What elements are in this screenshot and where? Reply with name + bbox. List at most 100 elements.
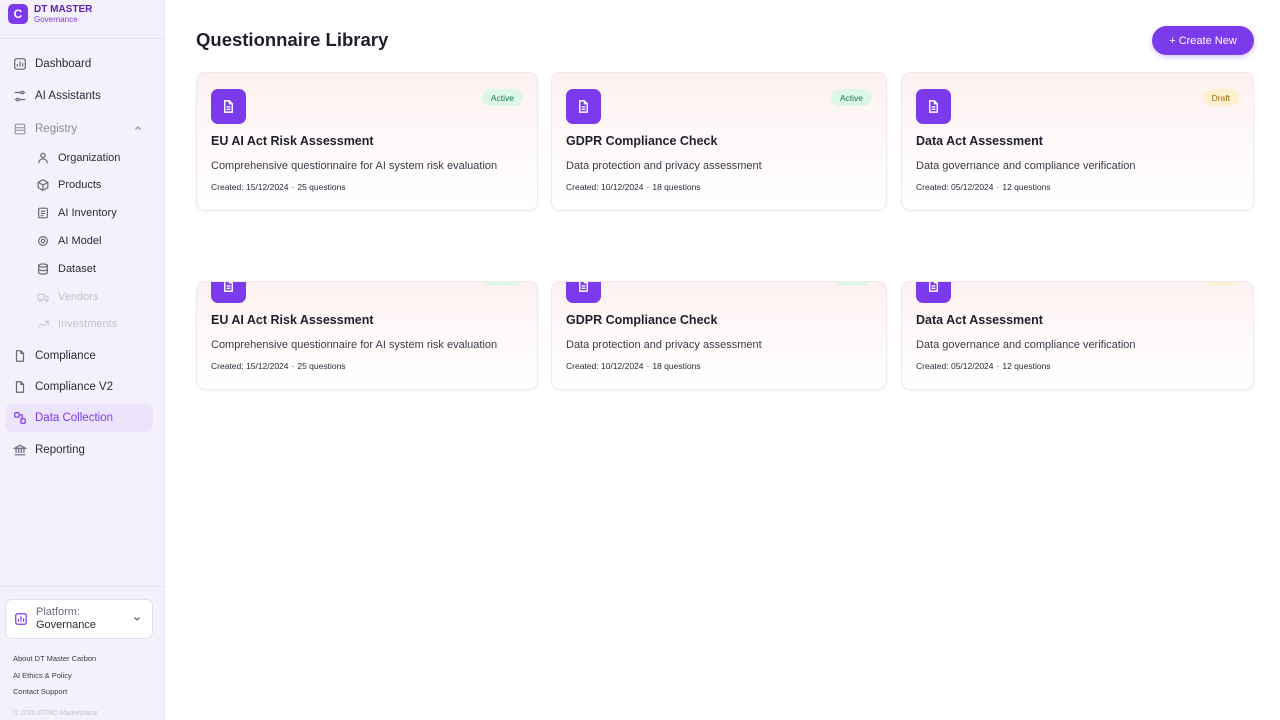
cylinder-icon	[36, 262, 50, 276]
sidebar-item-label: Compliance V2	[35, 381, 113, 393]
sidebar-item-label: Dashboard	[35, 58, 92, 70]
file-icon	[13, 349, 27, 363]
sidebar-item-label: Products	[58, 179, 102, 191]
card-title: Data Act Assessment	[916, 134, 1043, 148]
sidebar-item-dataset[interactable]: Dataset	[28, 255, 153, 283]
sidebar-item-label: Registry	[35, 123, 78, 135]
card-title: GDPR Compliance Check	[566, 313, 718, 327]
sidebar-item-dashboard[interactable]: Dashboard	[5, 50, 153, 78]
card-meta: Created: 10/12/2024 · 18 questions	[566, 361, 701, 371]
footer-links: About DT Master Carbon AI Ethics & Polic…	[13, 654, 96, 704]
divider	[0, 586, 165, 587]
building-icon	[36, 151, 50, 165]
card-meta: Created: 10/12/2024 · 18 questions	[566, 182, 701, 192]
card-description: Data governance and compliance verificat…	[916, 339, 1136, 351]
card-title: EU AI Act Risk Assessment	[211, 313, 374, 327]
brand[interactable]: C DT MASTER Governance	[8, 4, 92, 24]
created-date: Created: 15/12/2024	[211, 182, 289, 192]
sidebar-item-reporting[interactable]: Reporting	[5, 436, 153, 464]
chevron-up-icon[interactable]	[133, 123, 143, 133]
created-date: Created: 05/12/2024	[916, 361, 994, 371]
questionnaire-card[interactable]: Draft Data Act Assessment Data governance …	[901, 72, 1254, 211]
file-icon	[13, 380, 27, 394]
sidebar-item-ai-assistants[interactable]: AI Assistants	[5, 82, 153, 110]
meta-separator: ·	[291, 182, 295, 192]
about-link[interactable]: About DT Master Carbon	[13, 654, 96, 671]
sidebar-item-organization[interactable]: Organization	[28, 144, 153, 172]
card-description: Comprehensive questionnaire for AI syste…	[211, 339, 498, 351]
questionnaire-card[interactable]: Draft Data Act Assessment Data governance …	[901, 281, 1254, 390]
database-icon	[13, 122, 27, 136]
sidebar-item-ai-inventory[interactable]: AI Inventory	[28, 199, 153, 227]
meta-separator: ·	[996, 182, 1000, 192]
sidebar-item-label: Reporting	[35, 444, 85, 456]
create-new-button[interactable]: + Create New	[1152, 26, 1254, 55]
meta-separator: ·	[291, 361, 295, 371]
sidebar-item-label: Investments	[58, 318, 118, 330]
card-meta: Created: 15/12/2024 · 25 questions	[211, 182, 346, 192]
questionnaire-card[interactable]: Active EU AI Act Risk Assessment Comprehen…	[196, 72, 538, 211]
card-description: Data protection and privacy assessment	[566, 160, 762, 172]
chevron-down-icon	[134, 617, 140, 621]
sidebar-item-compliance[interactable]: Compliance	[5, 342, 153, 370]
sidebar-item-data-collection[interactable]: Data Collection	[5, 404, 153, 432]
sidebar-item-label: AI Model	[58, 235, 102, 247]
bank-icon	[13, 443, 27, 457]
document-icon	[211, 89, 246, 124]
sidebar-item-label: Vendors	[58, 291, 99, 303]
status-badge: Active	[481, 89, 523, 106]
card-description: Comprehensive questionnaire for AI syste…	[211, 160, 498, 172]
card-title: GDPR Compliance Check	[566, 134, 718, 148]
card-description: Data protection and privacy assessment	[566, 339, 762, 351]
status-badge: Active	[481, 282, 523, 285]
platform-label: Platform:	[36, 606, 81, 619]
created-date: Created: 05/12/2024	[916, 182, 994, 192]
created-date: Created: 10/12/2024	[566, 361, 644, 371]
status-badge: Draft	[1202, 282, 1239, 285]
document-icon	[566, 282, 601, 303]
card-meta: Created: 05/12/2024 · 12 questions	[916, 182, 1051, 192]
sidebar-item-label: Compliance	[35, 350, 96, 362]
sidebar-item-ai-model[interactable]: AI Model	[28, 227, 153, 255]
sidebar-item-compliance-v2[interactable]: Compliance V2	[5, 373, 153, 401]
platform-selector[interactable]: Platform: Governance	[5, 599, 153, 639]
card-description: Data governance and compliance verificat…	[916, 160, 1136, 172]
list-icon	[36, 206, 50, 220]
created-date: Created: 15/12/2024	[211, 361, 289, 371]
chart-icon	[15, 613, 27, 625]
card-meta: Created: 05/12/2024 · 12 questions	[916, 361, 1051, 371]
document-icon	[211, 282, 246, 303]
divider	[0, 38, 165, 39]
trend-icon	[36, 317, 50, 331]
ethics-policy-link[interactable]: AI Ethics & Policy	[13, 671, 96, 688]
questionnaire-card[interactable]: Active GDPR Compliance Check Data protecti…	[551, 72, 887, 211]
question-count: 18 questions	[652, 182, 701, 192]
page-title: Questionnaire Library	[196, 29, 389, 50]
sidebar-item-products[interactable]: Products	[28, 171, 153, 199]
questionnaire-card[interactable]: Active EU AI Act Risk Assessment Comprehen…	[196, 281, 538, 390]
brand-logo: C	[8, 4, 28, 24]
box-icon	[36, 178, 50, 192]
sidebar-item-vendors[interactable]: Vendors	[28, 283, 153, 311]
contact-support-link[interactable]: Contact Support	[13, 687, 96, 704]
status-badge: Draft	[1202, 89, 1239, 106]
question-count: 18 questions	[652, 361, 701, 371]
card-title: Data Act Assessment	[916, 313, 1043, 327]
sidebar-item-label: Organization	[58, 152, 121, 164]
sidebar-item-investments[interactable]: Investments	[28, 310, 153, 338]
chart-icon	[13, 57, 27, 71]
flow-icon	[13, 411, 27, 425]
document-icon	[916, 89, 951, 124]
brand-title: DT MASTER	[34, 3, 93, 15]
copyright: © 2025 DTMC Marketplace	[13, 710, 98, 717]
status-badge: Active	[830, 282, 872, 285]
truck-icon	[36, 290, 50, 304]
sidebar-item-label: Dataset	[58, 263, 96, 275]
question-count: 12 questions	[1002, 182, 1051, 192]
questionnaire-card[interactable]: Active GDPR Compliance Check Data protecti…	[551, 281, 887, 390]
sidebar-item-label: Data Collection	[35, 412, 113, 424]
sidebar: C DT MASTER Governance Dashboard AI Assi…	[0, 0, 165, 720]
sidebar-item-registry[interactable]: Registry	[5, 115, 153, 143]
question-count: 25 questions	[297, 361, 346, 371]
status-badge: Active	[830, 89, 872, 106]
